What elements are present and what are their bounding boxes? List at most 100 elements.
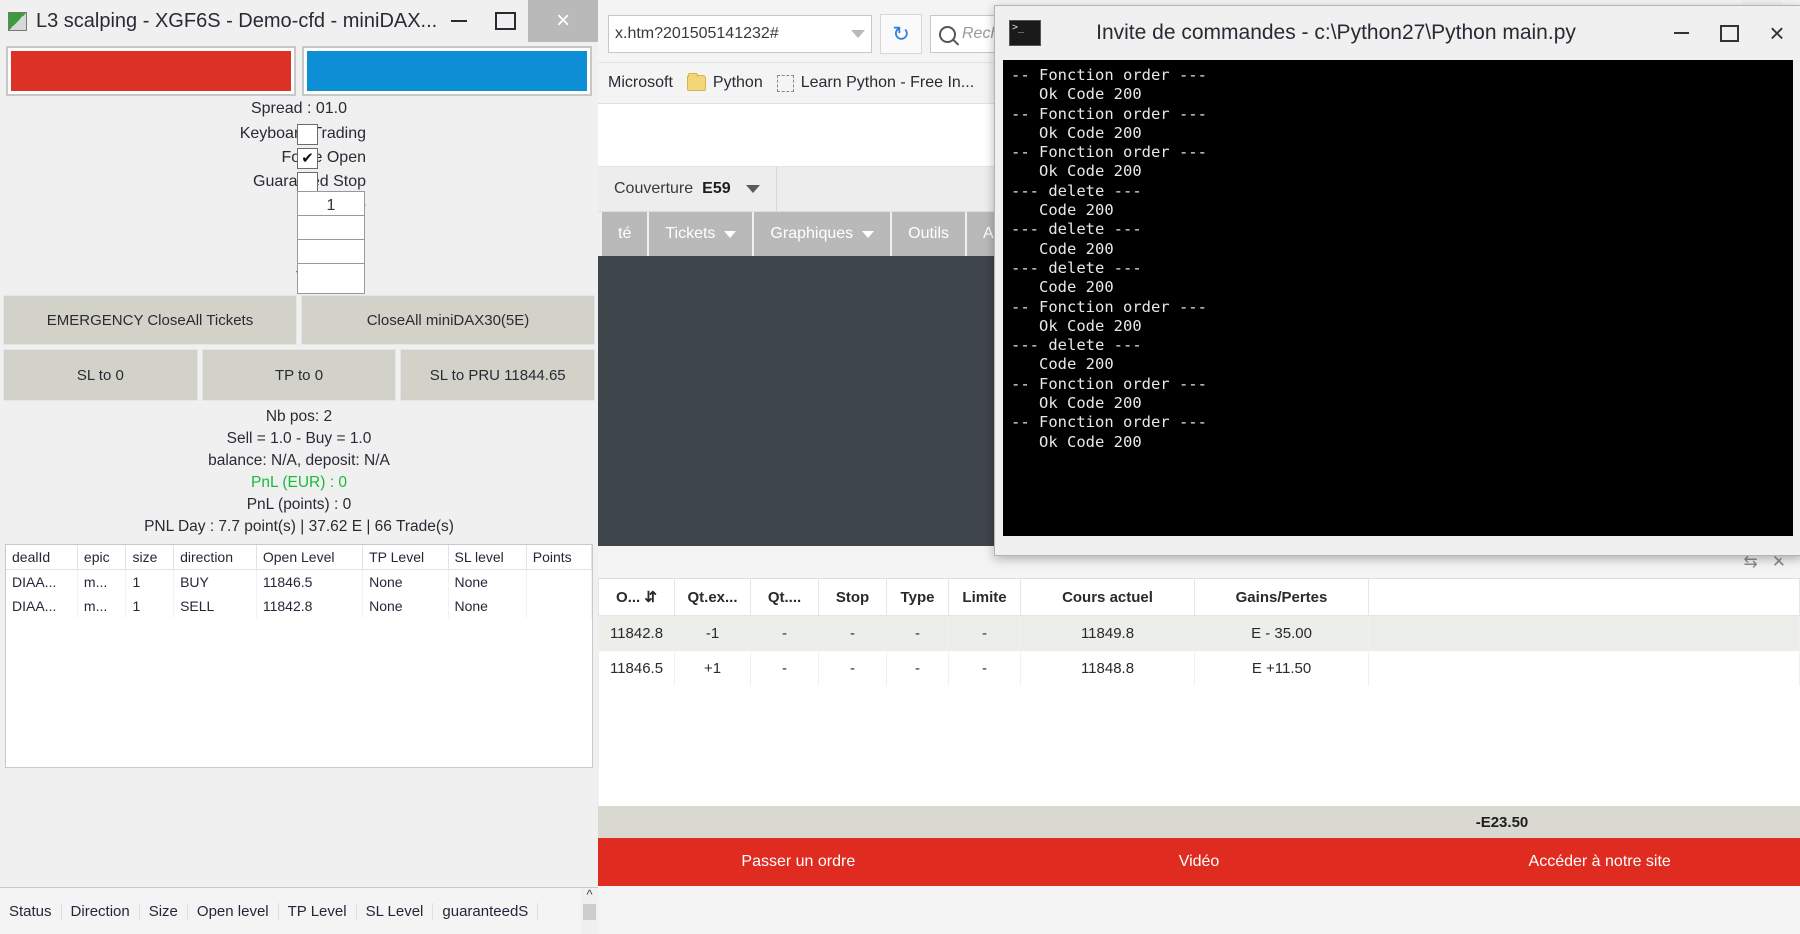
close-button[interactable]: × xyxy=(528,0,598,42)
pnl-points-label: PnL (points) : 0 xyxy=(246,496,352,513)
deals-col-size[interactable]: size xyxy=(125,545,175,570)
status-col-direction[interactable]: Direction xyxy=(62,902,140,920)
cmd-titlebar[interactable]: >_ Invite de commandes - c:\Python27\Pyt… xyxy=(995,6,1800,60)
cell-epic: m... xyxy=(77,594,127,618)
positions-total-row: -E23.50 xyxy=(598,806,1800,838)
sort-icon[interactable]: ⇵ xyxy=(644,589,657,606)
minimize-button[interactable] xyxy=(436,0,482,42)
status-col-status[interactable]: Status xyxy=(0,902,62,920)
passer-un-ordre-link[interactable]: Passer un ordre xyxy=(598,853,999,871)
spread-label: Spread : 01.0 xyxy=(250,100,348,117)
cell-points xyxy=(526,594,592,618)
force-open-checkbox[interactable]: ✔ xyxy=(297,147,318,169)
cell-actions xyxy=(1368,615,1800,651)
chevron-down-icon xyxy=(724,230,737,238)
video-link[interactable]: Vidéo xyxy=(999,853,1400,871)
sell-button[interactable] xyxy=(6,46,296,96)
sell-buy-label: Sell = 1.0 - Buy = 1.0 xyxy=(226,430,372,447)
deals-table-container[interactable]: dealId epic size direction Open Level TP… xyxy=(5,544,593,768)
pos-col-open[interactable]: O... ⇵ xyxy=(598,578,675,616)
deals-col-tp-level[interactable]: TP Level xyxy=(362,545,449,570)
closeall-minidax-button[interactable]: CloseAll miniDAX30(5E) xyxy=(301,295,595,345)
buy-color-block xyxy=(307,51,587,91)
close-icon: × xyxy=(556,7,571,34)
l3-titlebar[interactable]: L3 scalping - XGF6S - Demo-cfd - miniDAX… xyxy=(0,0,598,42)
status-col-tp-level[interactable]: TP Level xyxy=(279,902,357,920)
keyboard-trading-checkbox[interactable] xyxy=(297,123,318,145)
deals-col-points[interactable]: Points xyxy=(526,545,592,570)
deals-col-direction[interactable]: direction xyxy=(173,545,257,570)
table-row[interactable]: 11842.8 -1 - - - - 11849.8 E - 35.00 xyxy=(598,615,1800,651)
cell-cours-actuel: 11848.8 xyxy=(1020,651,1195,686)
close-button[interactable]: × xyxy=(1753,6,1800,60)
url-bar[interactable]: x.htm?201505141232# xyxy=(608,15,872,53)
footer-action-bar: Passer un ordre Vidéo Accéder à notre si… xyxy=(598,838,1800,886)
status-col-open-level[interactable]: Open level xyxy=(188,902,279,920)
field-keyboard-trading: Keyboard Trading xyxy=(0,122,598,146)
pos-col-label: O... xyxy=(616,589,641,606)
nb-pos-label: Nb pos: 2 xyxy=(265,408,333,425)
tab-te[interactable]: té xyxy=(602,212,648,256)
reload-icon: ↻ xyxy=(892,22,910,46)
acceder-a-notre-site-link[interactable]: Accéder à notre site xyxy=(1399,853,1800,871)
cell-dealid: DIAA... xyxy=(6,569,78,594)
status-col-size[interactable]: Size xyxy=(140,902,188,920)
table-row[interactable]: DIAA... m... 1 BUY 11846.5 None None xyxy=(6,569,592,594)
emergency-closeall-tickets-button[interactable]: EMERGENCY CloseAll Tickets xyxy=(3,295,297,345)
coverage-selector[interactable]: Couverture E59 xyxy=(598,167,777,211)
tab-label: Tickets xyxy=(665,225,716,242)
cell-qt-ex: -1 xyxy=(674,615,751,651)
maximize-button[interactable] xyxy=(482,0,528,42)
pos-col-limite[interactable]: Limite xyxy=(948,578,1021,616)
status-scrollbar[interactable]: ^ xyxy=(581,888,598,934)
tab-outils[interactable]: Outils xyxy=(892,212,966,256)
sl-to-pru-button[interactable]: SL to PRU 11844.65 xyxy=(400,349,596,401)
bookmark-python[interactable]: Python xyxy=(686,73,763,92)
cell-qt: - xyxy=(750,615,819,651)
cell-tp-level: None xyxy=(362,569,449,594)
cell-qt: - xyxy=(750,651,819,686)
maximize-button[interactable] xyxy=(1705,6,1753,60)
status-col-sl-level[interactable]: SL Level xyxy=(357,902,434,920)
chevron-down-icon[interactable] xyxy=(851,30,865,38)
deals-col-open-level[interactable]: Open Level xyxy=(256,545,364,570)
pos-col-cours-actuel[interactable]: Cours actuel xyxy=(1020,578,1195,616)
field-force-open: Force Open ✔ xyxy=(0,146,598,170)
chevron-up-icon[interactable]: ^ xyxy=(586,888,592,902)
cell-actions xyxy=(1368,651,1800,686)
table-row[interactable]: DIAA... m... 1 SELL 11842.8 None None xyxy=(6,594,592,618)
minimize-button[interactable] xyxy=(1657,6,1705,60)
positions-table: O... ⇵ Qt.ex... Qt.... Stop Type Limite … xyxy=(598,578,1800,686)
positions-table-empty-area xyxy=(598,686,1800,806)
tab-tickets[interactable]: Tickets xyxy=(649,212,753,256)
pos-col-qt-ex[interactable]: Qt.ex... xyxy=(674,578,751,616)
pos-col-actions[interactable] xyxy=(1368,578,1800,616)
tp-point-input[interactable] xyxy=(297,262,365,294)
tp-to-0-button[interactable]: TP to 0 xyxy=(201,349,397,401)
deals-col-dealid[interactable]: dealId xyxy=(6,545,78,570)
guaranted-stop-checkbox[interactable] xyxy=(297,171,318,193)
reload-button[interactable]: ↻ xyxy=(880,14,922,54)
pos-col-qt[interactable]: Qt.... xyxy=(750,578,819,616)
bookmark-microsoft[interactable]: Microsoft xyxy=(608,74,673,92)
buy-button[interactable] xyxy=(302,46,592,96)
bookmark-learn-python[interactable]: Learn Python - Free In... xyxy=(776,74,974,92)
chevron-down-icon[interactable] xyxy=(745,185,760,193)
console-output[interactable]: -- Fonction order --- Ok Code 200 -- Fon… xyxy=(1003,60,1793,536)
coverage-label: Couverture xyxy=(614,180,694,197)
pos-col-gains-pertes[interactable]: Gains/Pertes xyxy=(1194,578,1369,616)
deals-header-row: dealId epic size direction Open Level TP… xyxy=(6,545,592,570)
table-row[interactable]: 11846.5 +1 - - - - 11848.8 E +11.50 xyxy=(598,651,1800,686)
pos-col-stop[interactable]: Stop xyxy=(818,578,887,616)
sl-to-0-button[interactable]: SL to 0 xyxy=(3,349,198,401)
status-col-guaranteeds[interactable]: guaranteedS xyxy=(433,902,539,920)
deals-col-epic[interactable]: epic xyxy=(77,545,127,570)
pos-col-type[interactable]: Type xyxy=(886,578,949,616)
url-text: x.htm?201505141232# xyxy=(615,25,779,42)
scrollbar-thumb[interactable] xyxy=(583,904,596,920)
tab-graphiques[interactable]: Graphiques xyxy=(754,212,891,256)
chart-panel[interactable] xyxy=(598,256,998,546)
deals-col-sl-level[interactable]: SL level xyxy=(448,545,527,570)
close-all-button-row: EMERGENCY CloseAll Tickets CloseAll mini… xyxy=(0,290,598,345)
total-pnl-value: -E23.50 xyxy=(1475,813,1529,831)
